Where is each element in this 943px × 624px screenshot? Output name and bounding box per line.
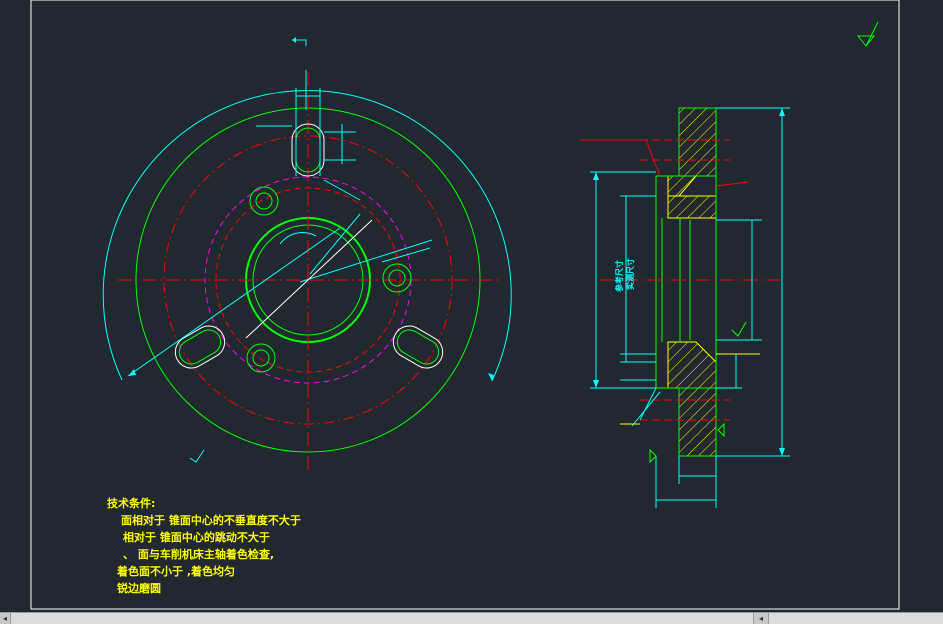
notes-line-3: 、 面与车削机床主轴着色检查, [123, 548, 275, 561]
section-view [580, 107, 790, 508]
notes-line-5: 锐边磨圆 [117, 582, 161, 595]
section-hatch-top [667, 107, 717, 197]
notes-title: 技术条件: [107, 497, 156, 510]
section-hatch-bottom [678, 387, 717, 457]
bottom-right-slot [392, 325, 444, 369]
scrollbar-right-arrow-icon[interactable]: ◂ [753, 613, 769, 624]
bolt-hole-right [382, 263, 412, 293]
roughness-symbol-icon [856, 21, 879, 47]
actual-size-label: 实测尺寸 [626, 258, 635, 290]
bottom-left-slot [174, 325, 226, 369]
bolt-hole-lower-left [246, 343, 276, 373]
notes-line-4: 着色面不小于 ,着色均匀 [117, 565, 236, 578]
bolt-hole-upper-left [249, 186, 279, 216]
front-view [102, 37, 512, 470]
notes-line-2: 相对于 锥面中心的跳动不大于 [123, 531, 270, 544]
outer-flange-arc [102, 90, 512, 382]
technical-notes: 技术条件: 面相对于 锥面中心的不垂直度不大于 相对于 锥面中心的跳动不大于 、… [107, 495, 301, 597]
ref-size-label: 参考尺寸 [615, 260, 624, 292]
scrollbar-left-arrow-icon[interactable]: ◂ [0, 613, 11, 624]
notes-line-1: 面相对于 锥面中心的不垂直度不大于 [121, 514, 301, 527]
horizontal-scrollbar[interactable]: ◂ ◂ [0, 612, 943, 624]
